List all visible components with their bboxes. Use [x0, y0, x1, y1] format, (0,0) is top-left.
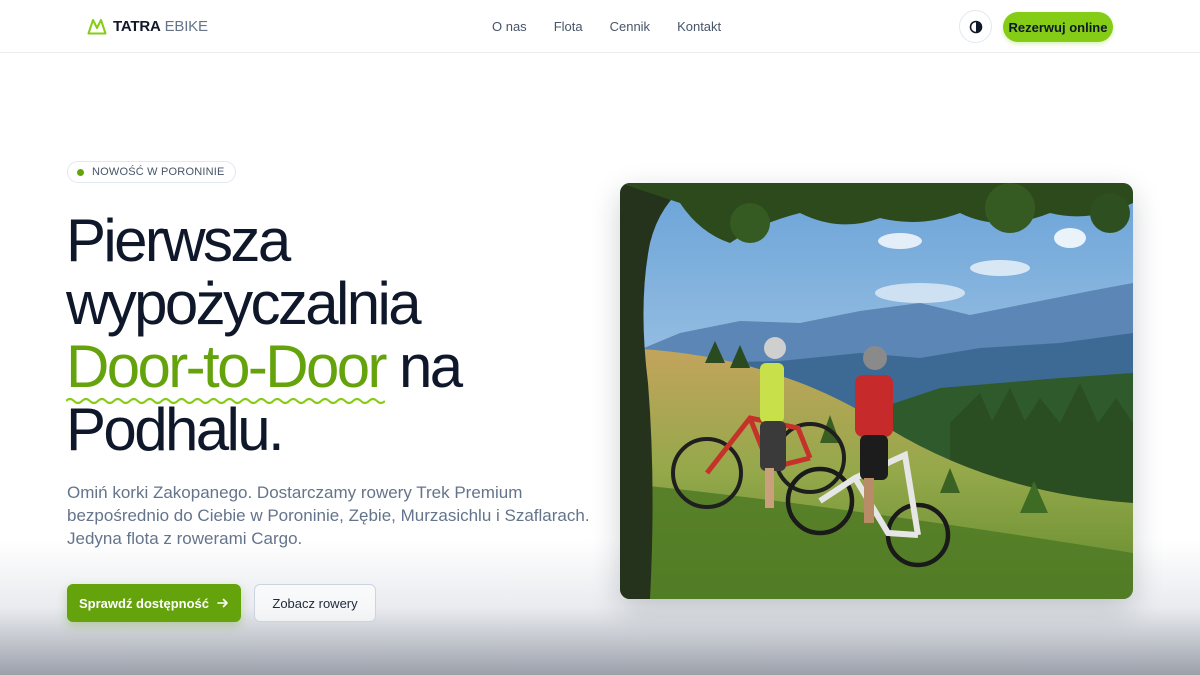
hero-headline: Pierwsza wypożyczalnia Door-to-Door na P…: [66, 209, 586, 461]
wavy-underline: [66, 397, 385, 405]
status-dot: [77, 168, 84, 176]
check-availability-button[interactable]: Sprawdź dostępność: [67, 584, 241, 622]
nav-item-flota[interactable]: Flota: [554, 19, 583, 34]
hero-description: Omiń korki Zakopanego. Dostarczamy rower…: [67, 483, 590, 548]
headline-line-4: Podhalu.: [66, 396, 285, 463]
headline-accent-text: Door-to-Door: [66, 333, 388, 400]
nav-item-cennik[interactable]: Cennik: [610, 19, 650, 34]
new-badge: NOWOŚĆ W PORONINIE: [67, 161, 236, 183]
badge-text: NOWOŚĆ W PORONINIE: [92, 166, 225, 178]
contrast-icon: [969, 20, 982, 33]
logo[interactable]: TATRA EBIKE: [87, 16, 208, 36]
headline-accent: Door-to-Door: [66, 333, 388, 405]
mountain-icon: [87, 19, 107, 35]
check-availability-label: Sprawdź dostępność: [78, 595, 210, 611]
headline-line-3: Door-to-Door na: [66, 333, 586, 405]
headline-line-1: Pierwsza: [66, 207, 291, 274]
cyclists-mountain-photo: [620, 183, 1133, 599]
nav-item-kontakt[interactable]: Kontakt: [677, 19, 721, 34]
see-bikes-button[interactable]: Zobacz rowery: [254, 584, 376, 622]
arrow-right-icon: [217, 598, 228, 608]
logo-text-light: EBIKE: [164, 17, 208, 35]
logo-text-bold: TATRA: [113, 17, 161, 35]
logo-text: TATRA EBIKE: [113, 18, 208, 35]
headline-line-2: wypożyczalnia: [66, 270, 422, 337]
site-header: TATRA EBIKE O nas Flota Cennik Kontakt Re…: [0, 0, 1200, 53]
main-nav: O nas Flota Cennik Kontakt: [492, 19, 721, 34]
headline-after-accent: na: [384, 333, 463, 400]
book-online-button[interactable]: Rezerwuj online: [1003, 12, 1113, 42]
theme-toggle-button[interactable]: [959, 10, 992, 43]
hero-image: [620, 183, 1133, 599]
nav-item-o-nas[interactable]: O nas: [492, 19, 527, 34]
